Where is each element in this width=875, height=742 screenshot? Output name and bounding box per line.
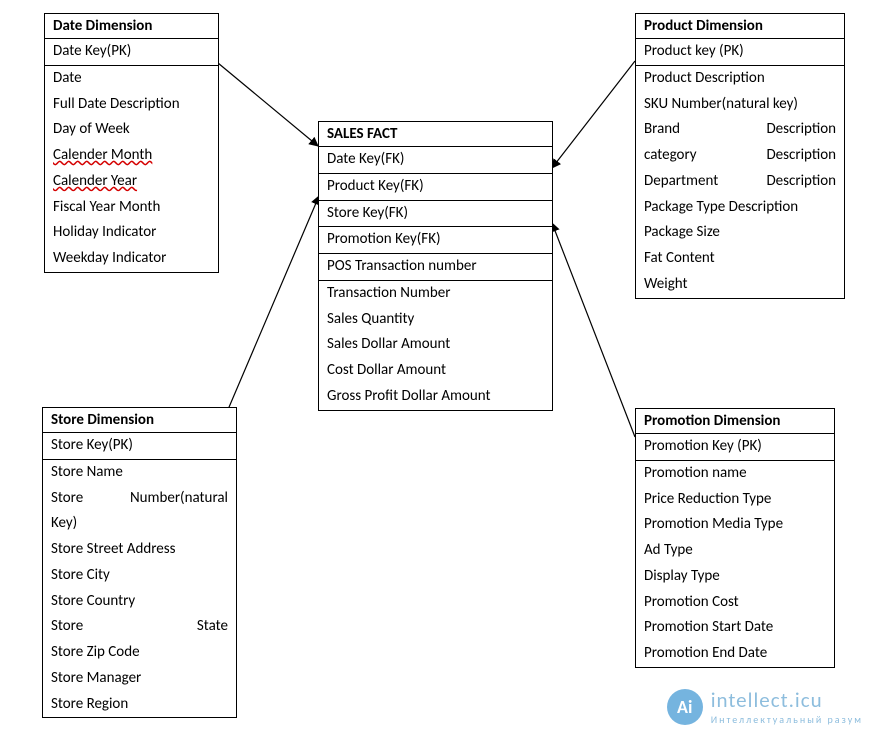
store-row: Key) <box>43 511 236 537</box>
fact-row: Cost Dollar Amount <box>319 358 552 384</box>
store-row: Store Zip Code <box>43 640 236 666</box>
store-row: Store Name <box>43 460 236 486</box>
store-row: Store Street Address <box>43 537 236 563</box>
promotion-row: Ad Type <box>636 538 834 564</box>
misspell-month: Calender Month <box>53 146 152 164</box>
fact-row-fk: Store Key(FK) <box>319 201 552 228</box>
edge-product-to-fact <box>552 61 635 168</box>
product-row: Fat Content <box>636 246 844 272</box>
entity-product-dimension: Product Dimension Product key (PK) Produ… <box>635 13 845 299</box>
pair-left: Store <box>51 616 83 638</box>
fact-row-fk: Promotion Key(FK) <box>319 227 552 254</box>
entity-store-title: Store Dimension <box>43 408 236 433</box>
watermark-badge-icon: Ai <box>667 689 703 725</box>
product-row: Package Size <box>636 220 844 246</box>
store-row-pk: Store Key(PK) <box>43 433 236 460</box>
date-row: Holiday Indicator <box>45 220 218 246</box>
store-row: Store Number(natural <box>43 486 236 512</box>
date-row: Day of Week <box>45 117 218 143</box>
pair-right: Description <box>766 171 836 193</box>
product-row: category Description <box>636 143 844 169</box>
fact-row-fk: Product Key(FK) <box>319 174 552 201</box>
fact-row-fk: Date Key(FK) <box>319 147 552 174</box>
fact-row: Sales Dollar Amount <box>319 332 552 358</box>
fact-row: POS Transaction number <box>319 254 552 281</box>
entity-promotion-title: Promotion Dimension <box>636 409 834 434</box>
edge-date-to-fact <box>218 63 318 146</box>
pair-left: Department <box>644 171 718 193</box>
promotion-row: Promotion Media Type <box>636 512 834 538</box>
date-row: Full Date Description <box>45 92 218 118</box>
watermark: Ai intellect.icu Интеллектуальный разум <box>667 687 863 726</box>
pair-right: Number(natural <box>130 488 228 510</box>
store-row: Store Country <box>43 589 236 615</box>
promotion-row: Promotion End Date <box>636 641 834 667</box>
entity-fact-title: SALES FACT <box>319 122 552 147</box>
date-row: Calender Month <box>45 143 218 169</box>
pair-left: Brand <box>644 119 680 141</box>
fact-row: Gross Profit Dollar Amount <box>319 384 552 410</box>
product-row: Brand Description <box>636 117 844 143</box>
entity-promotion-dimension: Promotion Dimension Promotion Key (PK) P… <box>635 408 835 668</box>
store-row: Store Region <box>43 692 236 718</box>
pair-right: State <box>197 616 228 638</box>
product-row-pk: Product key (PK) <box>636 39 844 66</box>
misspell-year: Calender Year <box>53 172 137 190</box>
date-row: Fiscal Year Month <box>45 195 218 221</box>
entity-date-title: Date Dimension <box>45 14 218 39</box>
edge-promotion-to-fact <box>552 223 635 437</box>
edge-store-to-fact <box>218 196 319 433</box>
promotion-row: Promotion Cost <box>636 590 834 616</box>
promotion-row: Promotion Start Date <box>636 615 834 641</box>
store-row: Store State <box>43 614 236 640</box>
promotion-row: Price Reduction Type <box>636 487 834 513</box>
product-row: Department Description <box>636 169 844 195</box>
pair-left: Store <box>51 488 83 510</box>
product-row: SKU Number(natural key) <box>636 92 844 118</box>
entity-product-title: Product Dimension <box>636 14 844 39</box>
pair-right: Description <box>766 119 836 141</box>
product-row: Package Type Description <box>636 195 844 221</box>
promotion-row-pk: Promotion Key (PK) <box>636 434 834 461</box>
store-row: Store City <box>43 563 236 589</box>
product-row: Weight <box>636 272 844 298</box>
product-row: Product Description <box>636 66 844 92</box>
watermark-line2: Интеллектуальный разум <box>711 713 863 726</box>
watermark-line1: intellect.icu <box>711 687 863 713</box>
entity-store-dimension: Store Dimension Store Key(PK) Store Name… <box>42 407 237 718</box>
promotion-row: Promotion name <box>636 461 834 487</box>
date-row: Date <box>45 66 218 92</box>
entity-sales-fact: SALES FACT Date Key(FK) Product Key(FK) … <box>318 121 553 411</box>
watermark-text: intellect.icu Интеллектуальный разум <box>711 687 863 726</box>
entity-date-dimension: Date Dimension Date Key(PK) Date Full Da… <box>44 13 219 273</box>
pair-left: category <box>644 145 697 167</box>
promotion-row: Display Type <box>636 564 834 590</box>
pair-right: Description <box>766 145 836 167</box>
date-row-pk: Date Key(PK) <box>45 39 218 66</box>
fact-row: Transaction Number <box>319 281 552 307</box>
date-row: Weekday Indicator <box>45 246 218 272</box>
date-row: Calender Year <box>45 169 218 195</box>
fact-row: Sales Quantity <box>319 307 552 333</box>
store-row: Store Manager <box>43 666 236 692</box>
